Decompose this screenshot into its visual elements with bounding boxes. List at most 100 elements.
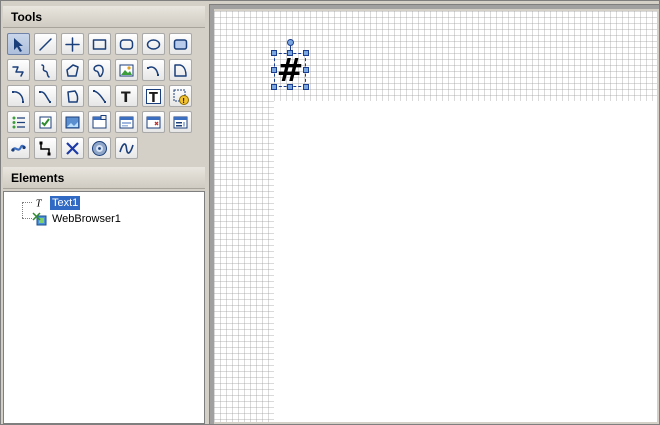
connector-tool[interactable] (34, 137, 57, 159)
rectangle-tool[interactable] (88, 33, 111, 55)
svg-text:T: T (36, 198, 43, 209)
selected-glyph: # (276, 51, 304, 89)
media-disc-icon (91, 140, 108, 157)
dialog-tool[interactable] (115, 111, 138, 133)
resize-handle-bottom-left[interactable] (271, 84, 277, 90)
canvas-grid (214, 101, 274, 422)
panel-tool[interactable] (169, 111, 192, 133)
wave-tool[interactable] (7, 137, 30, 159)
rectangle-icon (91, 36, 108, 53)
connector-icon (37, 140, 54, 157)
pointer-tool[interactable] (7, 33, 30, 55)
selected-text-element[interactable]: # (271, 39, 309, 90)
spline-icon (91, 88, 108, 105)
design-canvas-frame: # (209, 4, 660, 425)
resize-handle-bottom[interactable] (287, 84, 293, 90)
polyline-tool[interactable] (7, 59, 30, 81)
bezier-icon (10, 88, 27, 105)
spline-tool[interactable] (88, 85, 111, 107)
closed-polygon-icon (64, 88, 81, 105)
x-mark-icon (64, 140, 81, 157)
cross-tool[interactable] (61, 33, 84, 55)
designer-window: Tools T T! Elements T Text1 WebBrowser1 … (0, 0, 660, 425)
canvas-top-ruler (210, 5, 659, 9)
tree-item-text1[interactable]: T Text1 (32, 195, 81, 210)
list-tool[interactable] (7, 111, 30, 133)
filled-rounded-rectangle-icon (172, 36, 189, 53)
polyline-icon (10, 62, 27, 79)
pointer-arrow-icon (10, 36, 27, 53)
rounded-rectangle-tool[interactable] (115, 33, 138, 55)
tools-panel-header: Tools (3, 6, 205, 28)
svg-text:T: T (149, 91, 158, 105)
resize-handle-bottom-right[interactable] (303, 84, 309, 90)
resize-handle-right[interactable] (303, 67, 309, 73)
design-canvas[interactable]: # (214, 11, 657, 422)
window-tool[interactable] (88, 111, 111, 133)
closed-curve-icon (91, 62, 108, 79)
text-element-icon: T (32, 196, 48, 210)
arc-tool[interactable] (142, 59, 165, 81)
resize-handle-top-right[interactable] (303, 50, 309, 56)
tree-item-webbrowser1[interactable]: WebBrowser1 (32, 211, 123, 226)
tree-connector (22, 218, 32, 219)
picture-box-icon (64, 114, 81, 131)
picture-box-tool[interactable] (61, 111, 84, 133)
checkbox-icon (37, 114, 54, 131)
text-tool[interactable]: T (115, 85, 138, 107)
svg-text:!: ! (183, 98, 185, 105)
resize-handle-top[interactable] (287, 50, 293, 56)
media-tool[interactable] (88, 137, 111, 159)
image-tool[interactable] (115, 59, 138, 81)
ellipse-icon (145, 36, 162, 53)
form-icon (145, 114, 162, 131)
line-icon (37, 36, 54, 53)
resize-handle-top-left[interactable] (271, 50, 277, 56)
resize-handle-left[interactable] (271, 67, 277, 73)
elements-panel-header: Elements (3, 167, 205, 189)
x-mark-tool[interactable] (61, 137, 84, 159)
textbox-tool[interactable]: T (142, 85, 165, 107)
polygon-icon (64, 62, 81, 79)
curve-icon (37, 88, 54, 105)
wave-icon (10, 140, 27, 157)
tree-item-label: WebBrowser1 (52, 212, 121, 225)
image-icon (118, 62, 135, 79)
curve-tool[interactable] (34, 85, 57, 107)
checkbox-tool[interactable] (34, 111, 57, 133)
polygon-tool[interactable] (61, 59, 84, 81)
window-icon (91, 114, 108, 131)
tree-item-label: Text1 (50, 195, 81, 210)
textbox-icon: T (145, 88, 162, 105)
warning-icon: ! (172, 88, 189, 105)
freehand-curve-icon (37, 62, 54, 79)
filled-rounded-rectangle-tool[interactable] (169, 33, 192, 55)
tree-connector (22, 202, 32, 203)
left-pane: Tools T T! Elements T Text1 WebBrowser1 (3, 4, 205, 424)
rounded-rectangle-icon (118, 36, 135, 53)
pie-tool[interactable] (169, 59, 192, 81)
arc-icon (145, 62, 162, 79)
tools-palette: T T! (3, 29, 205, 165)
ellipse-tool[interactable] (142, 33, 165, 55)
closed-polygon-tool[interactable] (61, 85, 84, 107)
rotation-handle[interactable] (287, 39, 294, 46)
sine-wave-icon (118, 140, 135, 157)
pie-icon (172, 62, 189, 79)
line-tool[interactable] (34, 33, 57, 55)
text-icon: T (118, 88, 135, 105)
bezier-tool[interactable] (7, 85, 30, 107)
panel-icon (172, 114, 189, 131)
warning-tool[interactable]: ! (169, 85, 192, 107)
cross-icon (64, 36, 81, 53)
elements-tree: T Text1 WebBrowser1 (3, 191, 205, 424)
closed-curve-tool[interactable] (88, 59, 111, 81)
svg-text:T: T (121, 90, 131, 105)
web-browser-icon (32, 211, 48, 226)
dialog-icon (118, 114, 135, 131)
freehand-tool[interactable] (34, 59, 57, 81)
form-tool[interactable] (142, 111, 165, 133)
tree-connector (22, 202, 23, 218)
list-icon (10, 114, 27, 131)
sine-wave-tool[interactable] (115, 137, 138, 159)
